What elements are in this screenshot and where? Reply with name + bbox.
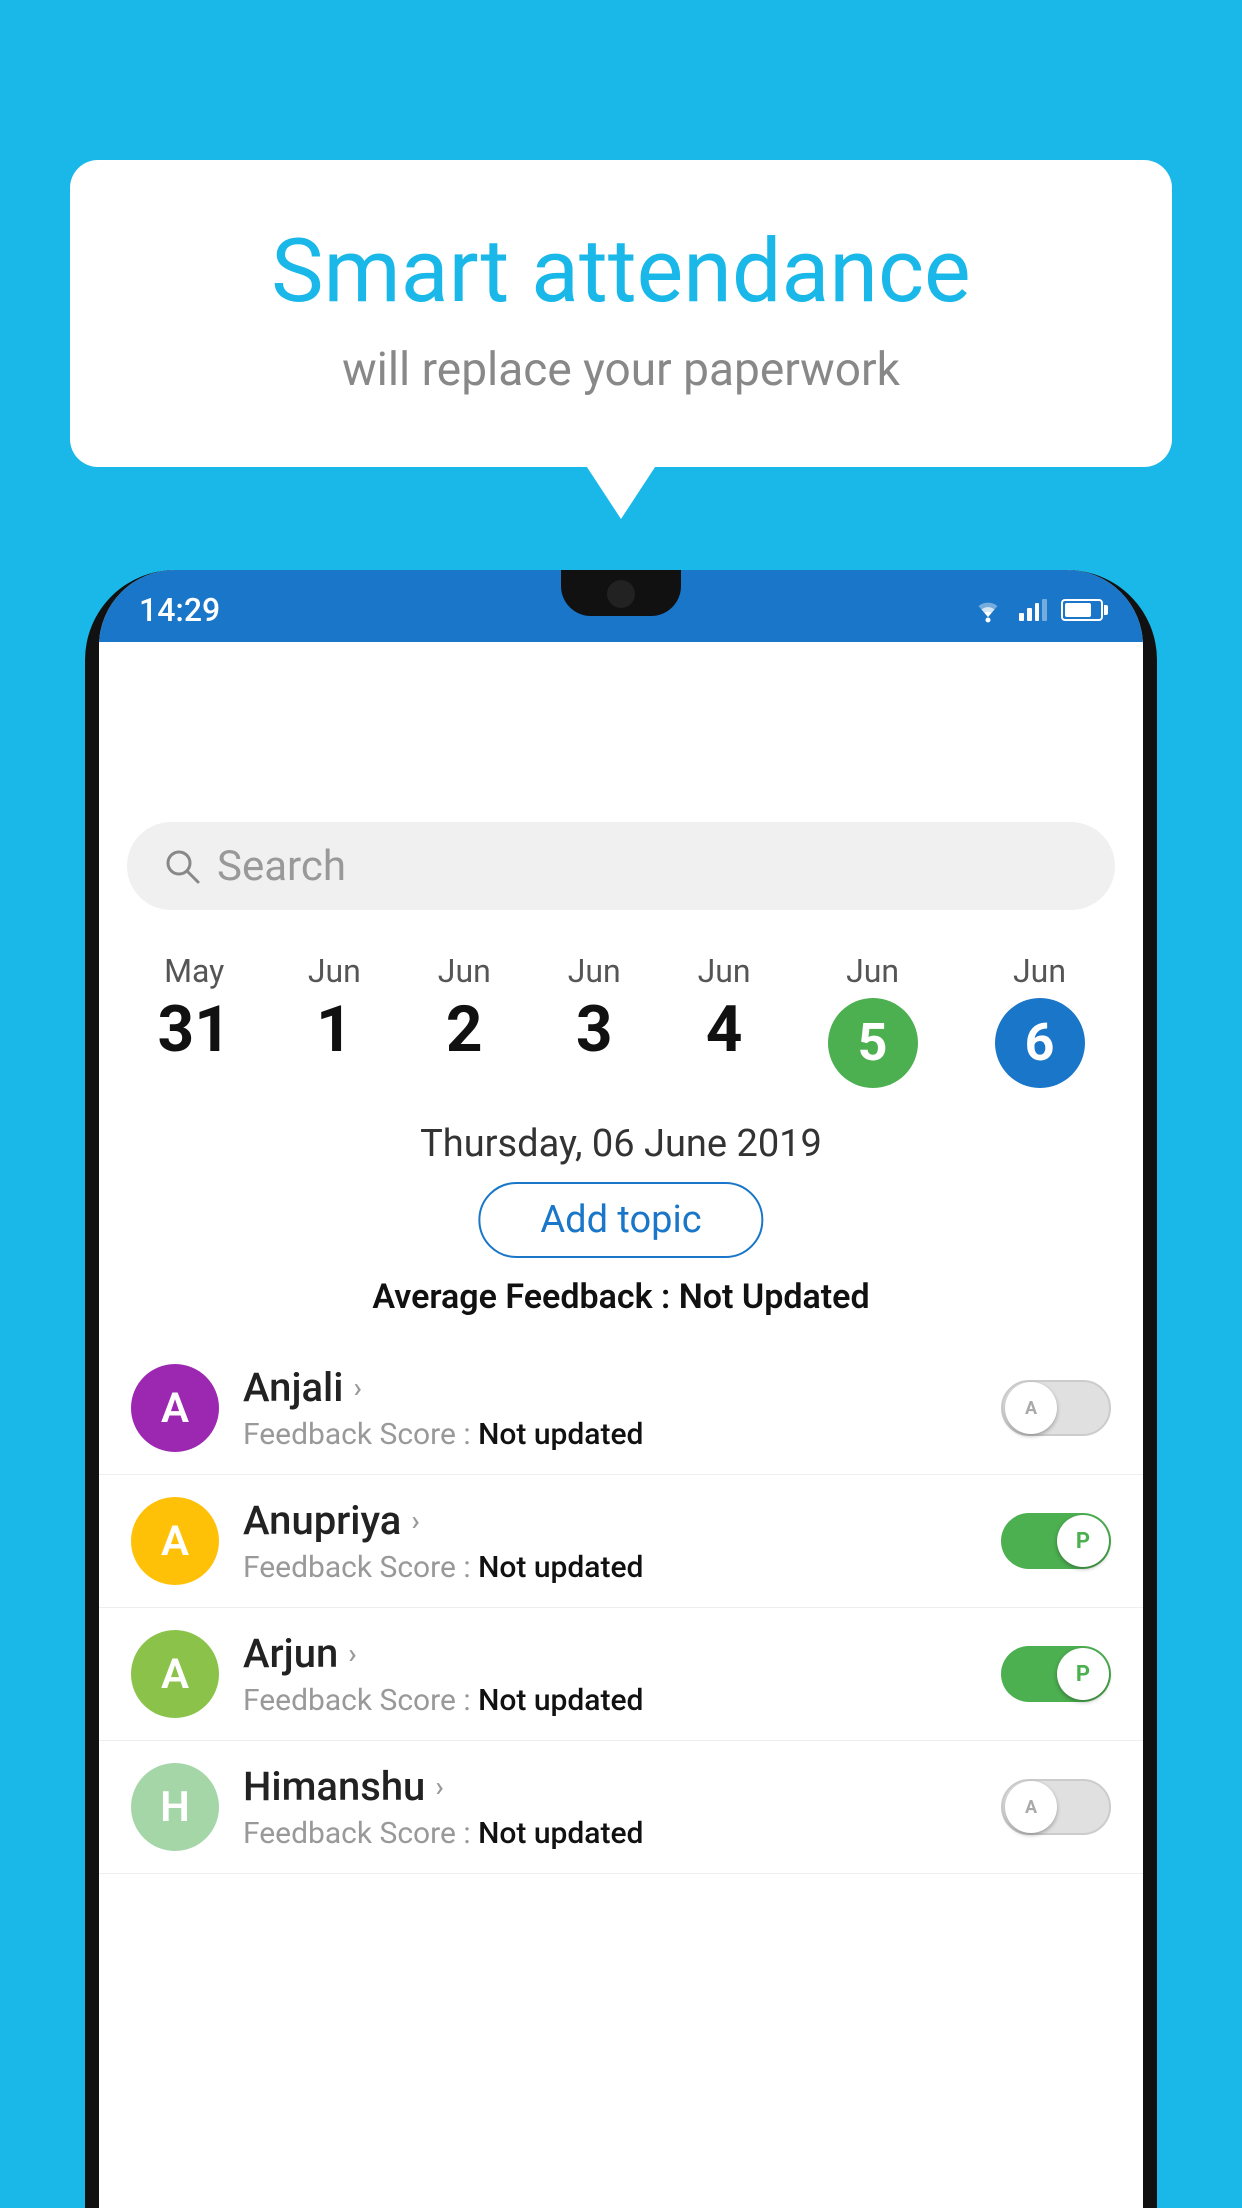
date-col-jun5[interactable]: Jun 5 [828, 952, 918, 1088]
search-placeholder: Search [217, 842, 346, 891]
status-icons [971, 597, 1103, 623]
date-col-jun6[interactable]: Jun 6 [995, 952, 1085, 1088]
status-time: 14:29 [139, 591, 220, 629]
screen-content: Search May 31 Jun 1 Jun 2 [99, 642, 1143, 2208]
search-bar[interactable]: Search [127, 822, 1115, 910]
avatar-anupriya: A [131, 1497, 219, 1585]
student-item-himanshu[interactable]: H Himanshu › Feedback Score : Not update… [99, 1741, 1143, 1874]
wifi-icon [971, 597, 1005, 623]
speech-bubble-subtitle: will replace your paperwork [150, 343, 1092, 397]
student-info-arjun: Arjun › Feedback Score : Not updated [243, 1630, 977, 1718]
student-item-arjun[interactable]: A Arjun › Feedback Score : Not updated [99, 1608, 1143, 1741]
phone-frame: 14:29 [85, 570, 1157, 2208]
student-item-anupriya[interactable]: A Anupriya › Feedback Score : Not update… [99, 1475, 1143, 1608]
toggle-arjun[interactable]: P [1001, 1646, 1111, 1702]
date-col-jun4[interactable]: Jun 4 [698, 952, 751, 1062]
avatar-arjun: A [131, 1630, 219, 1718]
speech-bubble: Smart attendance will replace your paper… [70, 160, 1172, 467]
toggle-anjali[interactable]: A [1001, 1380, 1111, 1436]
date-col-jun2[interactable]: Jun 2 [438, 952, 491, 1062]
student-item-anjali[interactable]: A Anjali › Feedback Score : Not updated [99, 1342, 1143, 1475]
date-col-may31[interactable]: May 31 [157, 952, 230, 1062]
selected-date: Thursday, 06 June 2019 [99, 1122, 1143, 1166]
student-info-himanshu: Himanshu › Feedback Score : Not updated [243, 1763, 977, 1851]
avatar-himanshu: H [131, 1763, 219, 1851]
avatar-anjali: A [131, 1364, 219, 1452]
phone-notch [561, 570, 681, 616]
student-info-anupriya: Anupriya › Feedback Score : Not updated [243, 1497, 977, 1585]
avg-feedback: Average Feedback : Not Updated [99, 1277, 1143, 1317]
date-col-jun1[interactable]: Jun 1 [308, 952, 361, 1062]
date-col-jun3[interactable]: Jun 3 [568, 952, 621, 1062]
battery-icon [1061, 599, 1103, 621]
toggle-himanshu[interactable]: A [1001, 1779, 1111, 1835]
speech-bubble-title: Smart attendance [150, 220, 1092, 323]
signal-icon [1019, 599, 1047, 621]
student-info-anjali: Anjali › Feedback Score : Not updated [243, 1364, 977, 1452]
student-list: A Anjali › Feedback Score : Not updated [99, 1342, 1143, 2208]
add-topic-button[interactable]: Add topic [478, 1182, 763, 1258]
search-icon [163, 847, 201, 885]
date-strip: May 31 Jun 1 Jun 2 Jun 3 [99, 932, 1143, 1088]
toggle-anupriya[interactable]: P [1001, 1513, 1111, 1569]
front-camera [607, 580, 635, 608]
